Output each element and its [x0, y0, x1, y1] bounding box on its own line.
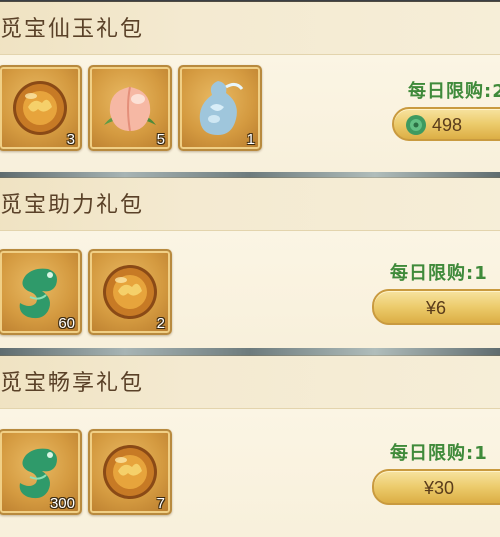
item-slot[interactable]: 7	[88, 429, 172, 515]
price-amount: ¥6	[426, 298, 447, 318]
card-body: 3 5 1 每日限购:2 498	[0, 55, 500, 173]
item-count: 3	[66, 131, 75, 148]
item-count: 300	[49, 495, 75, 512]
card-header: 觅宝畅享礼包	[0, 356, 500, 409]
item-slot[interactable]: 2	[88, 249, 172, 335]
card-body: 60 2 每日限购:1 ¥6	[0, 231, 500, 349]
item-slot[interactable]: 3	[0, 65, 82, 151]
package-title: 觅宝仙玉礼包	[0, 17, 145, 42]
card-header: 觅宝助力礼包	[0, 178, 500, 231]
buy-button[interactable]: ¥30	[372, 469, 500, 505]
buy-button[interactable]: ¥6	[372, 289, 500, 325]
item-slot[interactable]: 1	[178, 65, 262, 151]
item-slot[interactable]: 5	[88, 65, 172, 151]
card-body: 300 7 每日限购:1 ¥30	[0, 409, 500, 537]
item-slot[interactable]: 60	[0, 249, 82, 335]
daily-limit-label: 每日限购:1	[390, 443, 488, 464]
item-count: 2	[156, 315, 165, 332]
price-amount: ¥30	[424, 478, 455, 498]
gift-package-card: 觅宝仙玉礼包 3 5 1 每日限购:2 498	[0, 2, 500, 173]
daily-limit-label: 每日限购:1	[390, 263, 488, 284]
daily-limit-label: 每日限购:2	[408, 81, 500, 102]
package-title: 觅宝畅享礼包	[0, 371, 145, 396]
item-slot[interactable]: 300	[0, 429, 82, 515]
price-amount: 498	[432, 115, 463, 135]
package-title: 觅宝助力礼包	[0, 193, 145, 218]
card-header: 觅宝仙玉礼包	[0, 2, 500, 55]
gift-package-card: 觅宝畅享礼包 300 7 每日限购:1 ¥30	[0, 356, 500, 537]
item-count: 7	[156, 495, 165, 512]
item-count: 60	[58, 315, 75, 332]
item-count: 5	[156, 131, 165, 148]
gift-package-card: 觅宝助力礼包 60 2 每日限购:1 ¥6	[0, 178, 500, 349]
jade-coin-icon	[406, 115, 426, 135]
buy-button[interactable]: 498	[392, 107, 500, 141]
item-count: 1	[246, 131, 255, 148]
